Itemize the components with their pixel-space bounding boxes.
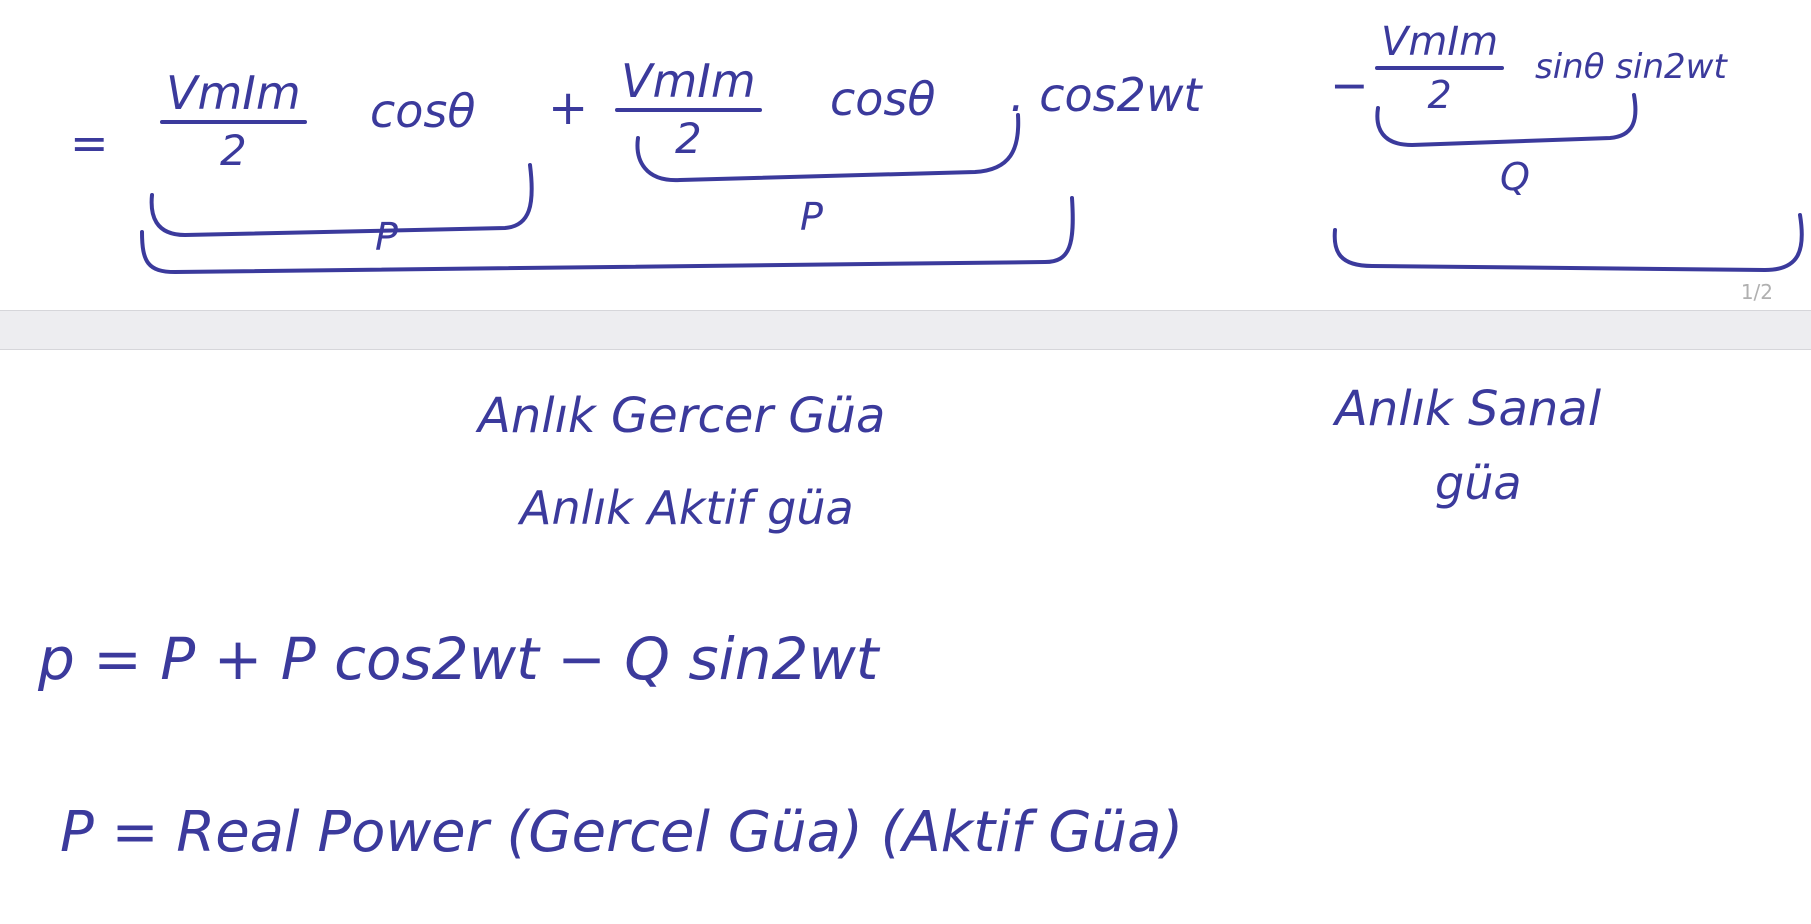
brace-label-q-term-3: Q [1500, 155, 1530, 199]
page-2: Anlık Gercer Güa Anlık Aktif güa Anlık S… [0, 350, 1811, 924]
equals-sign: = [70, 116, 109, 170]
instantaneous-power-formula: p = P + P cos2wt − Q sin2wt [38, 625, 879, 693]
fraction-term-1: VmIm 2 [160, 70, 307, 172]
caption-instant-reactive-power: Anlık Sanal [1335, 381, 1602, 437]
page-separator [0, 310, 1811, 350]
fraction-2-numerator: VmIm [621, 54, 756, 108]
fraction-term-2: VmIm 2 [615, 58, 762, 160]
caption-instant-active-power: Anlık Aktif güa [520, 481, 854, 535]
brace-label-p-group: P [375, 215, 398, 259]
document-viewer: = VmIm 2 cosθ + VmIm 2 cosθ . cos2wt − V… [0, 0, 1811, 924]
sin-term: sinθ sin2wt [1535, 47, 1727, 87]
plus-sign: + [548, 80, 589, 136]
fraction-term-3: VmIm 2 [1375, 19, 1505, 117]
caption-instant-real-power: Anlık Gercer Güa [478, 388, 886, 444]
fraction-1-numerator: VmIm [166, 66, 301, 120]
minus-sign: − [1330, 58, 1369, 112]
fraction-2-denominator: 2 [674, 114, 702, 163]
brace-label-p-term-2: P [800, 195, 823, 239]
fraction-3-denominator: 2 [1427, 73, 1452, 117]
fraction-1-denominator: 2 [219, 126, 247, 175]
fraction-3-numerator: VmIm [1381, 19, 1499, 65]
real-power-definition: P = Real Power (Gercel Güa) (Aktif Güa) [60, 800, 1184, 865]
caption-reactive-power-unit: güa [1435, 456, 1522, 510]
page-1: = VmIm 2 cosθ + VmIm 2 cosθ . cos2wt − V… [0, 0, 1811, 310]
term-2-cosine: cosθ [830, 72, 936, 126]
page-counter: 1/2 [1740, 280, 1773, 304]
cos2wt-term: . cos2wt [1010, 68, 1202, 122]
term-1-cosine: cosθ [370, 84, 476, 138]
